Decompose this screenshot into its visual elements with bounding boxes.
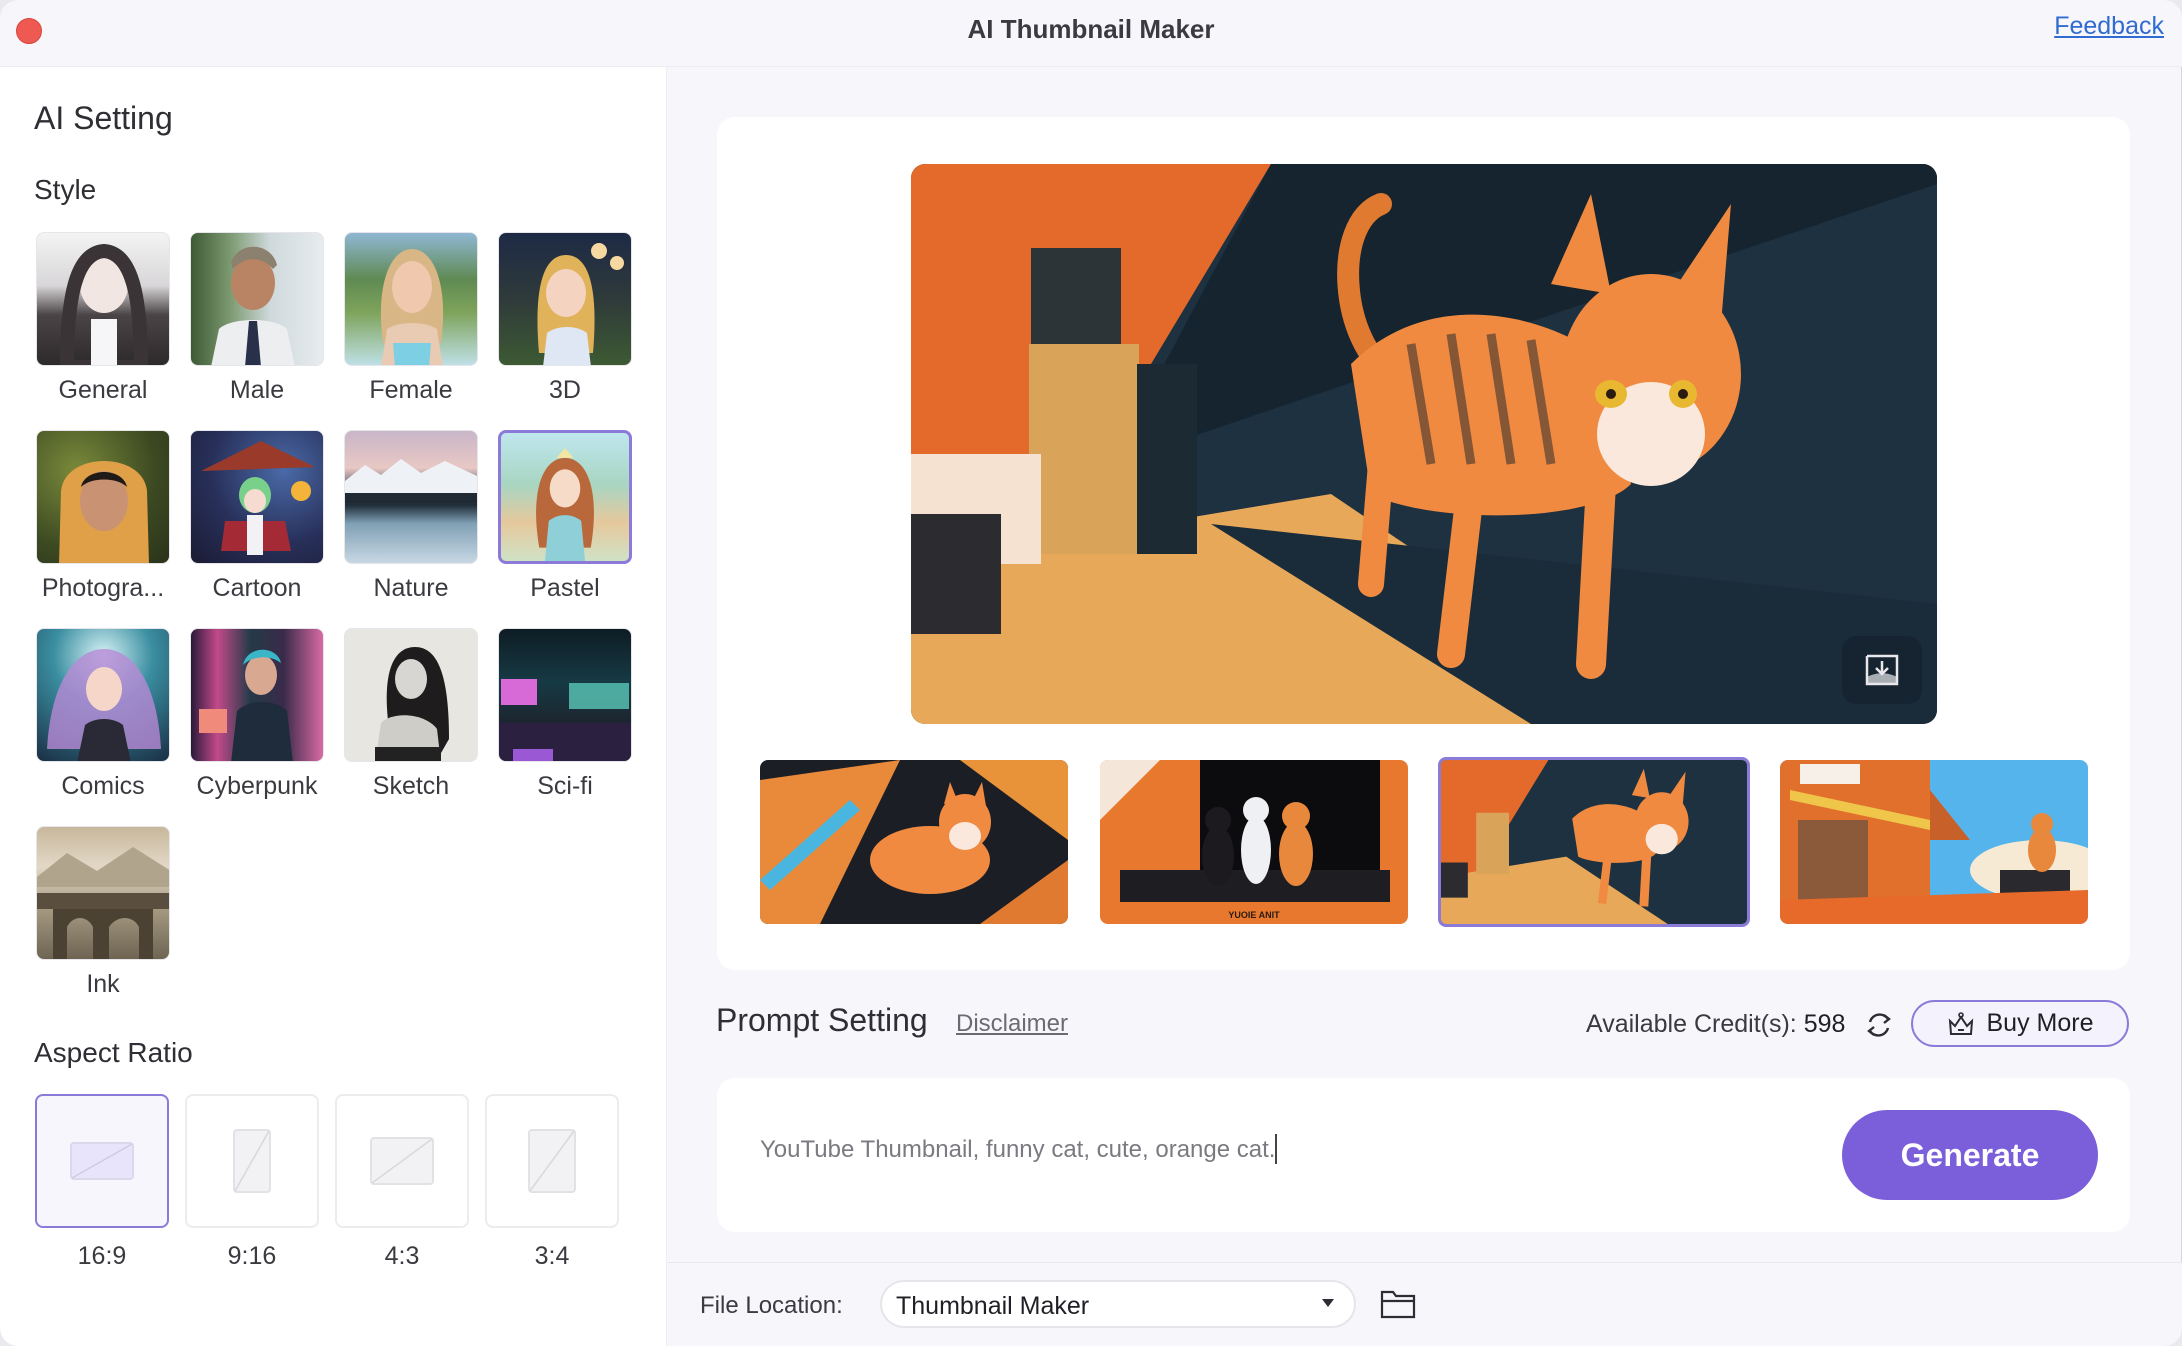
style-thumbnail [498, 232, 632, 366]
style-option-photography[interactable]: Photogra... [36, 430, 170, 603]
aspect-label: 9:16 [227, 1242, 277, 1270]
landscape-ratio-icon [70, 1142, 134, 1180]
portrait-ratio-icon [528, 1129, 576, 1193]
feedback-link[interactable]: Feedback [2054, 12, 2164, 41]
aspect-option-9-16[interactable]: 9:16 [185, 1094, 319, 1271]
prompt-input[interactable] [760, 1130, 1760, 1170]
style-label: General [58, 376, 148, 404]
aspect-option-16-9[interactable]: 16:9 [35, 1094, 169, 1271]
style-option-cartoon[interactable]: Cartoon [190, 430, 324, 603]
aspect-box [335, 1094, 469, 1228]
aspect-box [485, 1094, 619, 1228]
style-thumbnail [36, 430, 170, 564]
download-tray-icon [1865, 654, 1899, 686]
style-label: Ink [86, 970, 120, 998]
style-thumbnail [190, 628, 324, 762]
aspect-box [35, 1094, 169, 1228]
style-section-title: Style [34, 174, 97, 205]
style-label: Photogra... [41, 574, 165, 602]
credits-label: Available Credit(s): [1586, 1010, 1797, 1038]
aspect-box [185, 1094, 319, 1228]
available-credits: Available Credit(s): 598 [1586, 1010, 1845, 1039]
style-thumbnail [36, 826, 170, 960]
buy-more-label: Buy More [1986, 1009, 2094, 1037]
result-thumbnail-1[interactable] [760, 760, 1068, 924]
style-label: Nature [373, 574, 449, 602]
aspect-label: 4:3 [384, 1242, 420, 1270]
chevron-down-icon [1322, 1299, 1334, 1307]
download-button[interactable] [1842, 636, 1922, 704]
style-option-nature[interactable]: Nature [344, 430, 478, 603]
style-option-cyberpunk[interactable]: Cyberpunk [190, 628, 324, 801]
style-label: Female [369, 376, 453, 404]
file-location-value: Thumbnail Maker [896, 1292, 1090, 1320]
result-thumbnail-4[interactable] [1780, 760, 2088, 924]
style-option-3d[interactable]: 3D [498, 232, 632, 405]
style-thumbnail [36, 232, 170, 366]
style-option-ink[interactable]: Ink [36, 826, 170, 999]
style-thumbnail [190, 232, 324, 366]
style-option-female[interactable]: Female [344, 232, 478, 405]
style-thumbnail [344, 232, 478, 366]
style-thumbnail [498, 430, 632, 564]
style-label: Sci-fi [537, 772, 593, 800]
style-label: Pastel [530, 574, 600, 602]
style-label: 3D [549, 376, 581, 404]
style-thumbnail [344, 430, 478, 564]
prompt-setting-title: Prompt Setting [716, 1002, 928, 1038]
style-label: Male [229, 376, 285, 404]
app-title: AI Thumbnail Maker [967, 14, 1215, 44]
landscape-ratio-icon [370, 1137, 434, 1185]
aspect-label: 3:4 [534, 1242, 570, 1270]
style-thumbnail [190, 430, 324, 564]
app-window: AI Thumbnail Maker Feedback AI Setting S… [0, 0, 2182, 1346]
style-label: Cyberpunk [196, 772, 318, 800]
aspect-ratio-title: Aspect Ratio [34, 1037, 193, 1069]
credits-value: 598 [1803, 1010, 1846, 1038]
style-option-male[interactable]: Male [190, 232, 324, 405]
style-option-sketch[interactable]: Sketch [344, 628, 478, 801]
style-label: Comics [61, 772, 145, 800]
aspect-ratio-title-text: Aspect Ratio [34, 1037, 193, 1068]
aspect-option-3-4[interactable]: 3:4 [485, 1094, 619, 1271]
style-thumbnail [498, 628, 632, 762]
generate-button[interactable]: Generate [1842, 1110, 2098, 1200]
disclaimer-link[interactable]: Disclaimer [956, 1010, 1068, 1038]
folder-icon [1380, 1290, 1416, 1319]
text-caret [1275, 1134, 1277, 1164]
open-folder-button[interactable] [1380, 1288, 1416, 1325]
style-option-sci-fi[interactable]: Sci-fi [498, 628, 632, 801]
refresh-credits-button[interactable] [1864, 1010, 1894, 1045]
style-option-pastel[interactable]: Pastel [498, 430, 632, 603]
aspect-option-4-3[interactable]: 4:3 [335, 1094, 469, 1271]
ai-setting-title: AI Setting [34, 100, 173, 136]
style-thumbnail [344, 628, 478, 762]
style-thumbnail [36, 628, 170, 762]
thumbnail-caption: YUOIE ANIT [1228, 910, 1280, 920]
aspect-label: 16:9 [77, 1242, 127, 1270]
style-option-comics[interactable]: Comics [36, 628, 170, 801]
style-label: Sketch [372, 772, 450, 800]
style-label: Cartoon [212, 574, 302, 602]
portrait-ratio-icon [233, 1129, 271, 1193]
crown-icon [1948, 1011, 1973, 1035]
buy-more-button[interactable]: Buy More [1911, 1000, 2129, 1047]
main-preview-image [911, 164, 1937, 724]
file-location-select[interactable]: Thumbnail Maker [880, 1280, 1356, 1328]
result-thumbnail-3[interactable] [1438, 757, 1750, 927]
result-thumbnail-2[interactable]: YUOIE ANIT [1100, 760, 1408, 924]
title-bar: AI Thumbnail Maker Feedback [0, 0, 2182, 67]
style-option-general[interactable]: General [36, 232, 170, 405]
file-location-label: File Location: [700, 1292, 843, 1319]
refresh-icon [1867, 1013, 1891, 1037]
